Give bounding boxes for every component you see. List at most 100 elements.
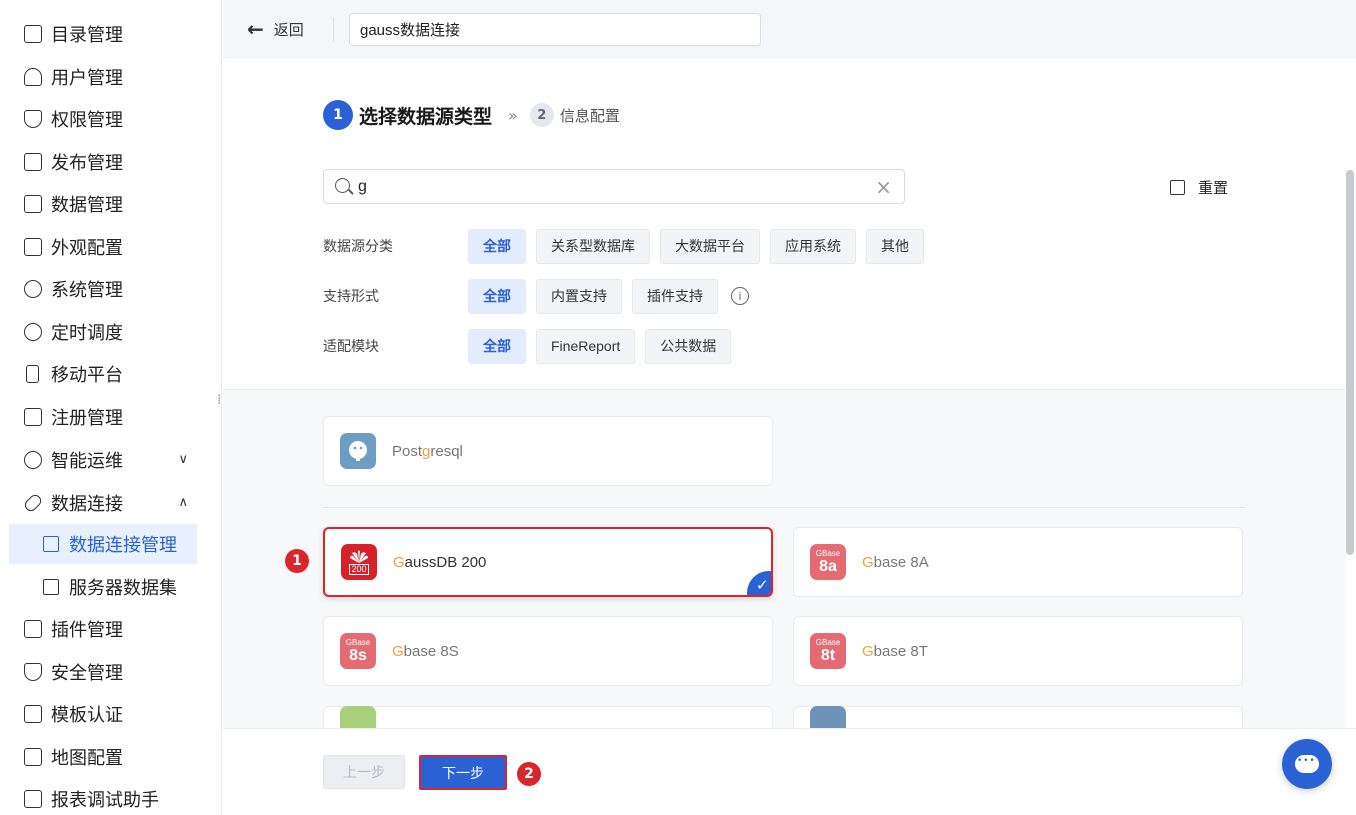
sidebar-item-label: 移动平台 xyxy=(51,365,123,386)
mobile-icon xyxy=(26,365,39,383)
chat-icon xyxy=(1295,755,1319,773)
gbase-logo-icon: GBase 8t xyxy=(810,633,846,669)
next-step-button[interactable]: 下一步 xyxy=(419,755,507,790)
filter-chip-application[interactable]: 应用系统 xyxy=(770,228,856,264)
chat-assistant-button[interactable] xyxy=(1282,739,1332,789)
sidebar-item-label: 地图配置 xyxy=(51,748,123,769)
sidebar-item-template-auth[interactable]: 模板认证 xyxy=(0,697,222,731)
sidebar-item-label: 智能运维 xyxy=(51,451,123,472)
sidebar-item-publish[interactable]: 发布管理 xyxy=(0,145,222,179)
sidebar-item-label: 发布管理 xyxy=(51,153,123,174)
sidebar-item-label: 权限管理 xyxy=(51,110,123,131)
filter-chip-public-data[interactable]: 公共数据 xyxy=(645,328,732,364)
previous-step-button[interactable]: 上一步 xyxy=(323,755,405,789)
datasource-card-gbase-8t[interactable]: GBase 8t Gbase 8T xyxy=(793,616,1243,686)
sidebar-item-register[interactable]: 注册管理 xyxy=(0,400,222,434)
filter-chip-builtin[interactable]: 内置支持 xyxy=(536,278,622,314)
sidebar-item-label: 数据管理 xyxy=(51,195,123,216)
footer: 上一步 下一步 2 xyxy=(223,728,1356,815)
datasource-logo-icon xyxy=(340,706,376,728)
sidebar-item-schedule[interactable]: 定时调度 xyxy=(0,315,222,349)
sidebar-item-permissions[interactable]: 权限管理 xyxy=(0,102,222,136)
template-icon xyxy=(24,705,42,723)
sidebar-item-label: 报表调试助手 xyxy=(51,790,159,811)
clear-icon[interactable]: × xyxy=(875,175,892,199)
search-input[interactable] xyxy=(358,175,858,199)
sidebar-item-label: 安全管理 xyxy=(51,663,123,684)
filter-chip-relational[interactable]: 关系型数据库 xyxy=(536,228,650,264)
datasource-card-postgresql[interactable]: Postgresql xyxy=(323,416,773,486)
sidebar-item-label: 外观配置 xyxy=(51,238,123,259)
filter-chip-finereport[interactable]: FineReport xyxy=(536,328,636,364)
datasource-card-gbase-8s[interactable]: GBase 8s Gbase 8S xyxy=(323,616,773,686)
sidebar-item-data-management[interactable]: 数据管理 xyxy=(0,187,222,221)
chevron-down-icon[interactable]: ∨ xyxy=(178,452,188,467)
filter-chip-all[interactable]: 全部 xyxy=(468,278,526,314)
datasource-results: Postgresql 200 GaussDB 200 GBase8a Gbase… xyxy=(223,389,1345,728)
list-icon xyxy=(24,25,42,43)
annotation-marker-1: 1 xyxy=(285,549,309,573)
arrow-left-icon: ← xyxy=(247,17,264,41)
datasource-logo-icon xyxy=(810,706,846,728)
publish-icon xyxy=(24,153,42,171)
filter-chip-all[interactable]: 全部 xyxy=(468,228,526,264)
datasource-card-partial[interactable] xyxy=(793,706,1243,728)
sidebar-subitem-label: 服务器数据集 xyxy=(69,578,177,599)
plugin-icon xyxy=(24,620,42,638)
annotation-marker-2: 2 xyxy=(517,762,541,786)
debug-icon xyxy=(24,790,42,808)
sidebar-item-mobile[interactable]: 移动平台 xyxy=(0,357,222,391)
sidebar: 目录管理 用户管理 权限管理 发布管理 数据管理 外观配置 系统管理 定时调度 xyxy=(0,0,222,815)
datasource-card-gaussdb-200[interactable]: 200 GaussDB 200 xyxy=(323,527,773,597)
reset-button[interactable]: 重置 xyxy=(1170,177,1228,198)
search-box: × xyxy=(323,169,905,204)
postgresql-logo-icon xyxy=(340,433,376,469)
connection-name-input[interactable] xyxy=(349,13,761,46)
search-icon xyxy=(335,178,350,193)
filter-row-category: 数据源分类 全部 关系型数据库 大数据平台 应用系统 其他 xyxy=(323,228,934,264)
datasource-name: GaussDB 200 xyxy=(393,553,487,571)
register-icon xyxy=(24,408,42,426)
filter-chip-all[interactable]: 全部 xyxy=(468,328,526,364)
datasource-name: Postgresql xyxy=(392,442,463,460)
server-icon xyxy=(43,536,59,552)
scrollbar[interactable] xyxy=(1346,170,1354,555)
user-icon xyxy=(24,68,42,86)
sidebar-item-users[interactable]: 用户管理 xyxy=(0,60,222,94)
top-bar: ← 返回 xyxy=(223,0,1356,58)
filter-chip-other[interactable]: 其他 xyxy=(866,228,924,264)
info-icon[interactable]: i xyxy=(731,287,749,305)
sidebar-item-appearance[interactable]: 外观配置 xyxy=(0,230,222,264)
sidebar-item-label: 系统管理 xyxy=(51,280,123,301)
datasource-card-partial[interactable] xyxy=(323,706,773,728)
huawei-logo-icon: 200 xyxy=(341,544,377,580)
sidebar-item-debug[interactable]: 报表调试助手 xyxy=(0,782,222,815)
sidebar-item-label: 注册管理 xyxy=(51,408,123,429)
security-icon xyxy=(24,663,42,681)
filter-label: 数据源分类 xyxy=(323,239,393,255)
chevron-up-icon[interactable]: ∧ xyxy=(178,495,188,510)
divider xyxy=(323,507,1245,508)
sidebar-subitem-connection-management[interactable]: 数据连接管理 xyxy=(9,524,197,564)
sidebar-item-map[interactable]: 地图配置 xyxy=(0,740,222,774)
datasource-name: Gbase 8S xyxy=(392,642,459,660)
filter-chip-bigdata[interactable]: 大数据平台 xyxy=(660,228,760,264)
gear-icon xyxy=(24,280,42,298)
sidebar-item-catalog[interactable]: 目录管理 xyxy=(0,17,222,51)
back-button[interactable]: ← 返回 xyxy=(247,16,304,42)
reset-icon xyxy=(1170,180,1185,195)
sidebar-item-ops[interactable]: 智能运维 ∨ xyxy=(0,443,222,477)
divider xyxy=(333,17,334,41)
step-1-number: 1 xyxy=(323,100,353,130)
datasource-card-gbase-8a[interactable]: GBase 8a Gbase 8A xyxy=(793,527,1243,597)
sidebar-item-data-connection[interactable]: 数据连接 ∧ xyxy=(0,486,222,520)
database-icon xyxy=(24,195,42,213)
filter-label: 适配模块 xyxy=(323,339,379,355)
double-chevron-right-icon: » xyxy=(508,105,518,125)
sidebar-subitem-server-dataset[interactable]: 服务器数据集 xyxy=(9,567,197,607)
sidebar-item-security[interactable]: 安全管理 xyxy=(0,655,222,689)
sidebar-item-plugins[interactable]: 插件管理 xyxy=(0,612,222,646)
sidebar-item-label: 插件管理 xyxy=(51,620,123,641)
sidebar-item-system[interactable]: 系统管理 xyxy=(0,272,222,306)
filter-chip-plugin[interactable]: 插件支持 xyxy=(632,278,718,314)
